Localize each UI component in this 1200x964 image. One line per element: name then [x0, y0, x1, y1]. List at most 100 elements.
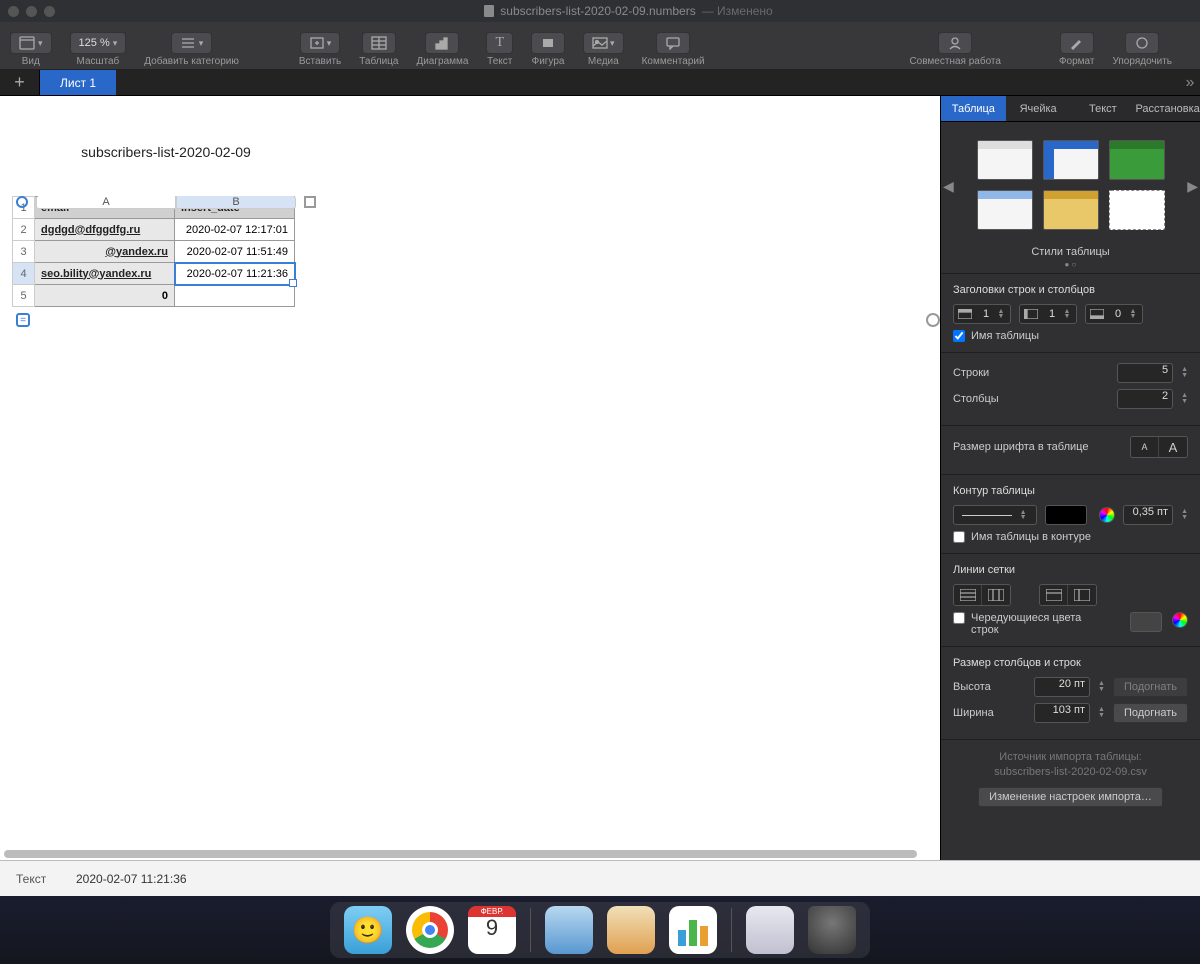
dock-numbers-icon[interactable]: [669, 906, 717, 954]
table-style-6[interactable]: [1109, 190, 1165, 230]
add-category-button[interactable]: ▾: [171, 32, 213, 54]
footer-rows-stepper[interactable]: 0▲▼: [1085, 304, 1143, 324]
text-button[interactable]: T: [486, 32, 513, 54]
cell-email-2[interactable]: dgdgd@dfggdfg.ru: [35, 219, 175, 241]
cell-date-2[interactable]: 2020-02-07 12:17:01: [175, 219, 295, 241]
window-filename: subscribers-list-2020-02-09.numbers: [500, 4, 695, 18]
main-toolbar: ▾ Вид 125 %▾ Масштаб ▾ Добавить категори…: [0, 22, 1200, 70]
dock-chrome-icon[interactable]: [406, 906, 454, 954]
window-controls[interactable]: [8, 6, 55, 17]
shape-label: Фигура: [532, 56, 565, 67]
dock-preview-icon[interactable]: [545, 906, 593, 954]
styles-next-icon[interactable]: ▶: [1187, 178, 1198, 195]
cell-date-4-selected[interactable]: 2020-02-07 11:21:36: [175, 263, 295, 285]
add-sheet-button[interactable]: +: [0, 70, 40, 95]
cols-label: Столбцы: [953, 393, 1109, 405]
inspector-tab-placement[interactable]: Расстановка: [1135, 96, 1200, 122]
alt-rows-checkbox[interactable]: Чередующиеся цвета строк: [953, 612, 1188, 636]
dock-pages-icon[interactable]: [607, 906, 655, 954]
table-handle-right-icon[interactable]: [304, 196, 316, 208]
size-section-label: Размер столбцов и строк: [953, 657, 1188, 669]
table-name-checkbox[interactable]: Имя таблицы: [953, 330, 1188, 342]
column-header-b[interactable]: B: [176, 196, 296, 209]
fit-width-button[interactable]: Подогнать: [1113, 703, 1188, 723]
cell-email-5[interactable]: 0: [35, 285, 175, 307]
import-settings-button[interactable]: Изменение настроек импорта…: [978, 787, 1163, 807]
cell-email-3[interactable]: @yandex.ru: [35, 241, 175, 263]
row-header-2[interactable]: 2: [13, 219, 35, 241]
media-label: Медиа: [588, 56, 619, 67]
collab-label: Совместная работа: [909, 56, 1001, 67]
table-handle-left-icon[interactable]: [16, 196, 28, 208]
document-icon: [484, 5, 494, 17]
close-dot[interactable]: [8, 6, 19, 17]
horizontal-scrollbar[interactable]: [4, 848, 936, 860]
grid-body-segmented[interactable]: [953, 584, 1011, 606]
formula-bar-value[interactable]: 2020-02-07 11:21:36: [76, 872, 187, 886]
outline-style-popup[interactable]: ▲▼: [953, 505, 1037, 525]
table-style-2[interactable]: [1043, 140, 1099, 180]
row-header-5[interactable]: 5: [13, 285, 35, 307]
header-rows-stepper[interactable]: 1▲▼: [953, 304, 1011, 324]
fit-height-button[interactable]: Подогнать: [1113, 677, 1188, 697]
comment-label: Комментарий: [642, 56, 705, 67]
table-resize-handle-icon[interactable]: [926, 313, 940, 327]
font-size-segmented[interactable]: AA: [1130, 436, 1188, 458]
table-button[interactable]: [362, 32, 396, 54]
styles-prev-icon[interactable]: ◀: [943, 178, 954, 195]
dock-recent-icon[interactable]: [746, 906, 794, 954]
view-button[interactable]: ▾: [10, 32, 52, 54]
inspector-panel: Таблица Ячейка Текст Расстановка ◀ ▶ Сти…: [940, 96, 1200, 860]
dock-finder-icon[interactable]: 🙂: [344, 906, 392, 954]
col-width-field[interactable]: 103 пт: [1034, 703, 1090, 723]
chart-button[interactable]: [425, 32, 459, 54]
insert-button[interactable]: ▾: [300, 32, 341, 54]
table-title[interactable]: subscribers-list-2020-02-09: [36, 144, 296, 160]
macos-dock: 🙂 ФЕВР.9: [0, 896, 1200, 964]
comment-button[interactable]: [656, 32, 690, 54]
table-style-5[interactable]: [1043, 190, 1099, 230]
spreadsheet-canvas[interactable]: A B subscribers-list-2020-02-09 1 email …: [0, 96, 940, 860]
rows-label: Строки: [953, 367, 1109, 379]
shape-button[interactable]: [531, 32, 565, 54]
color-wheel-icon[interactable]: [1099, 507, 1115, 523]
dock-separator-2: [731, 908, 732, 952]
sheet-overflow-icon[interactable]: »: [1180, 70, 1200, 95]
inspector-tab-table[interactable]: Таблица: [941, 96, 1006, 122]
sheet-tab-1[interactable]: Лист 1: [40, 70, 116, 95]
alt-color-well[interactable]: [1130, 612, 1162, 632]
column-header-a[interactable]: A: [36, 196, 176, 209]
format-button[interactable]: [1060, 32, 1094, 54]
table-style-1[interactable]: [977, 140, 1033, 180]
outline-label: Контур таблицы: [953, 485, 1188, 497]
table-footer-handle-icon[interactable]: =: [16, 313, 30, 327]
inspector-tab-text[interactable]: Текст: [1071, 96, 1136, 122]
cell-date-5[interactable]: [175, 285, 295, 307]
zoom-dot[interactable]: [44, 6, 55, 17]
dock-trash-icon[interactable]: [808, 906, 856, 954]
name-in-outline-checkbox[interactable]: Имя таблицы в контуре: [953, 531, 1188, 543]
row-header-3[interactable]: 3: [13, 241, 35, 263]
height-label: Высота: [953, 681, 1026, 693]
insert-label: Вставить: [299, 56, 341, 67]
grid-header-segmented[interactable]: [1039, 584, 1097, 606]
outline-weight-field[interactable]: 0,35 пт: [1123, 505, 1173, 525]
table-style-3[interactable]: [1109, 140, 1165, 180]
row-height-field[interactable]: 20 пт: [1034, 677, 1090, 697]
arrange-button[interactable]: [1125, 32, 1159, 54]
cell-email-4[interactable]: seo.bility@yandex.ru: [35, 263, 175, 285]
table-style-4[interactable]: [977, 190, 1033, 230]
media-button[interactable]: ▾: [583, 32, 624, 54]
collab-button[interactable]: [938, 32, 972, 54]
alt-color-wheel-icon[interactable]: [1172, 612, 1188, 628]
zoom-button[interactable]: 125 %▾: [70, 32, 127, 54]
inspector-tab-cell[interactable]: Ячейка: [1006, 96, 1071, 122]
outline-color-well[interactable]: [1045, 505, 1087, 525]
minimize-dot[interactable]: [26, 6, 37, 17]
header-cols-stepper[interactable]: 1▲▼: [1019, 304, 1077, 324]
dock-calendar-icon[interactable]: ФЕВР.9: [468, 906, 516, 954]
cell-date-3[interactable]: 2020-02-07 11:51:49: [175, 241, 295, 263]
rows-field[interactable]: 5: [1117, 363, 1173, 383]
row-header-4[interactable]: 4: [13, 263, 35, 285]
cols-field[interactable]: 2: [1117, 389, 1173, 409]
